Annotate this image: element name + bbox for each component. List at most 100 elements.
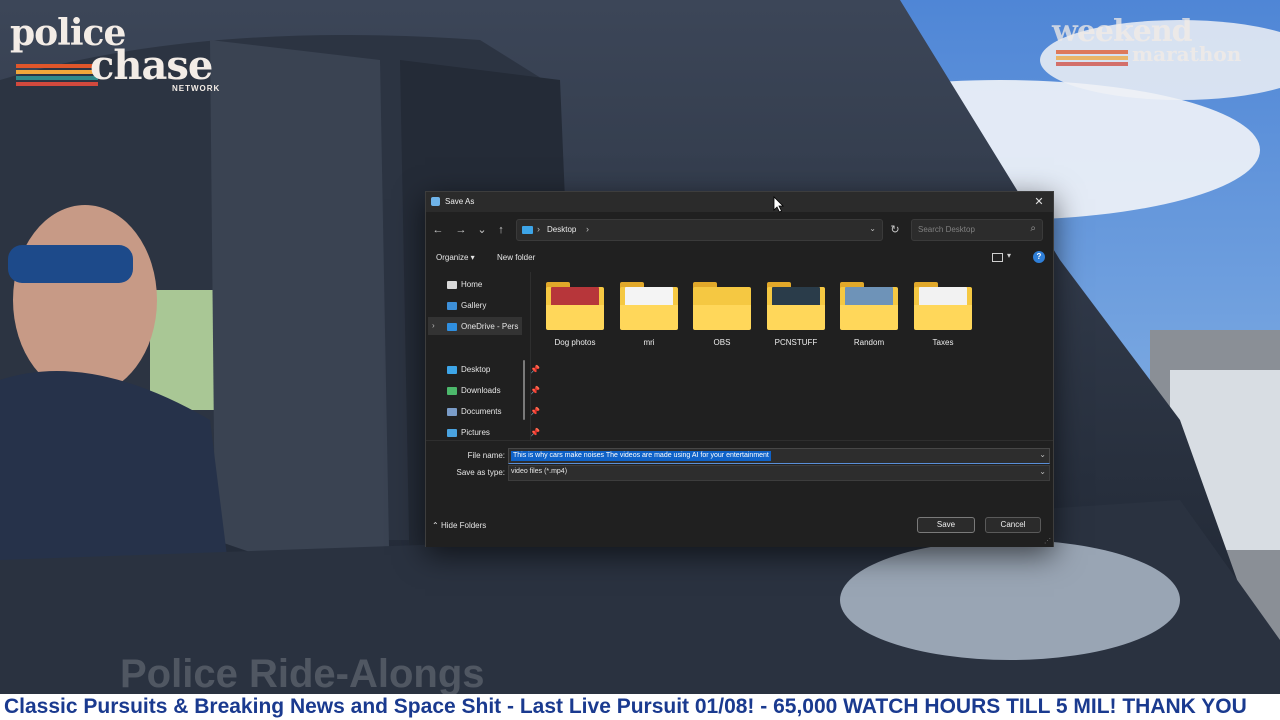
nav-scrollbar[interactable] <box>523 360 525 420</box>
save-as-type-value: video files (*.mp4) <box>511 468 568 475</box>
documents-icon <box>447 408 457 416</box>
chevron-down-icon[interactable]: ⌄ <box>1039 450 1046 459</box>
nav-item-label: OneDrive - Pers <box>461 322 519 331</box>
expand-chevron-icon[interactable]: › <box>432 321 435 330</box>
search-input[interactable]: Search Desktop ⌕ <box>911 219 1043 241</box>
folder-label: Random <box>853 338 885 347</box>
gallery-icon <box>447 302 457 310</box>
save-as-dialog: Save As ✕ ← → ⌄ ↑ › Desktop › ⌄ ↻ Search… <box>425 191 1054 547</box>
up-arrow-icon[interactable]: ↑ <box>493 222 509 238</box>
weekend-marathon-logo: weekend marathon <box>1050 14 1260 74</box>
nav-item-label: Gallery <box>461 301 487 310</box>
folder-item[interactable]: OBS <box>689 280 755 350</box>
navigation-row: ← → ⌄ ↑ › Desktop › ⌄ ↻ Search Desktop ⌕ <box>426 218 1053 242</box>
folder-icon <box>693 282 751 330</box>
file-name-value: This is why cars make noises The videos … <box>511 451 771 461</box>
back-arrow-icon[interactable]: ← <box>430 222 446 238</box>
file-name-input[interactable]: This is why cars make noises The videos … <box>508 448 1050 464</box>
file-grid: Dog photos mri OBS PCNSTUFF Random Taxes <box>538 280 1048 360</box>
dialog-title: Save As <box>445 197 475 206</box>
folder-icon <box>767 282 825 330</box>
folder-icon <box>620 282 678 330</box>
nav-item-downloads[interactable]: Downloads 📌 <box>446 383 540 399</box>
folder-label: OBS <box>713 338 731 347</box>
pin-icon: 📌 <box>530 428 540 437</box>
onedrive-cloud-icon <box>447 323 457 331</box>
nav-item-label: Downloads <box>461 386 501 395</box>
folder-label: Dog photos <box>554 338 596 347</box>
folder-item[interactable]: PCNSTUFF <box>763 280 829 350</box>
nav-item-onedrive[interactable]: OneDrive - Pers <box>446 319 528 335</box>
refresh-icon[interactable]: ↻ <box>886 221 904 239</box>
downloads-icon <box>447 387 457 395</box>
nav-item-label: Pictures <box>461 428 490 437</box>
navigation-pane: Home Gallery › OneDrive - Pers Desktop 📌… <box>426 272 540 441</box>
app-icon <box>431 197 440 206</box>
pane-divider[interactable] <box>530 272 531 440</box>
view-dropdown-icon[interactable]: ▾ <box>1007 251 1011 260</box>
save-options-panel: File name: This is why cars make noises … <box>426 440 1053 547</box>
search-icon: ⌕ <box>1030 223 1036 234</box>
folder-item[interactable]: Random <box>836 280 902 350</box>
pin-icon: 📌 <box>530 365 540 374</box>
nav-item-documents[interactable]: Documents 📌 <box>446 404 540 420</box>
folder-item[interactable]: mri <box>616 280 682 350</box>
nav-item-desktop[interactable]: Desktop 📌 <box>446 362 540 378</box>
resize-grip-icon[interactable]: ⋰ <box>1044 537 1051 545</box>
save-button[interactable]: Save <box>917 517 975 533</box>
help-icon[interactable]: ? <box>1033 251 1045 263</box>
dialog-titlebar[interactable]: Save As ✕ <box>426 192 1053 212</box>
watermark-text: Police Ride-Alongs <box>120 652 485 696</box>
pin-icon: 📌 <box>530 407 540 416</box>
search-placeholder: Search Desktop <box>918 225 975 234</box>
logo-stripes <box>16 64 98 88</box>
address-bar[interactable]: › Desktop › ⌄ <box>516 219 883 241</box>
breadcrumb-separator: › <box>586 224 589 234</box>
forward-arrow-icon[interactable]: → <box>453 222 469 238</box>
command-bar: Organize ▾ New folder ▾ ? <box>426 248 1053 268</box>
save-as-type-label: Save as type: <box>456 468 505 477</box>
view-icon[interactable] <box>992 253 1003 262</box>
nav-item-label: Home <box>461 280 483 289</box>
mouse-cursor-icon <box>773 196 784 213</box>
ticker-text: Classic Pursuits & Breaking News and Spa… <box>4 695 1247 718</box>
pin-icon: 📌 <box>530 386 540 395</box>
pictures-icon <box>447 429 457 437</box>
logo-word-network: NETWORK <box>172 84 221 93</box>
nav-item-home[interactable]: Home <box>446 277 528 293</box>
chevron-up-icon: ⌃ <box>432 521 439 530</box>
folder-item[interactable]: Dog photos <box>542 280 608 350</box>
folder-icon <box>546 282 604 330</box>
logo-stripes-right <box>1056 50 1128 68</box>
folder-icon <box>914 282 972 330</box>
folder-label: Taxes <box>932 338 954 347</box>
close-icon[interactable]: ✕ <box>1031 194 1047 210</box>
nav-item-gallery[interactable]: Gallery <box>446 298 528 314</box>
desktop-icon <box>447 366 457 374</box>
breadcrumb-separator: › <box>537 224 540 234</box>
hide-folders-button[interactable]: ⌃ Hide Folders <box>432 521 486 530</box>
nav-item-label: Desktop <box>461 365 491 374</box>
breadcrumb-desktop[interactable]: Desktop <box>547 225 576 234</box>
chevron-down-icon[interactable]: ⌄ <box>1039 467 1046 476</box>
recent-locations-chevron-icon[interactable]: ⌄ <box>474 222 490 238</box>
nav-item-label: Documents <box>461 407 502 416</box>
logo-word-marathon: marathon <box>1132 42 1242 66</box>
folder-label: PCNSTUFF <box>774 338 818 347</box>
hide-folders-label: Hide Folders <box>440 521 487 530</box>
folder-item[interactable]: Taxes <box>910 280 976 350</box>
logo-word-chase: chase <box>90 42 213 89</box>
news-ticker: Classic Pursuits & Breaking News and Spa… <box>0 694 1280 720</box>
new-folder-button[interactable]: New folder <box>497 253 535 262</box>
address-dropdown-icon[interactable]: ⌄ <box>869 224 876 233</box>
police-chase-network-logo: police chase NETWORK <box>8 12 228 93</box>
organize-button[interactable]: Organize ▾ <box>436 253 475 262</box>
home-icon <box>447 281 457 289</box>
folder-icon <box>840 282 898 330</box>
file-name-label: File name: <box>467 451 505 460</box>
desktop-icon <box>522 226 533 234</box>
save-as-type-select[interactable]: video files (*.mp4) ⌄ <box>508 465 1050 481</box>
nav-item-pictures[interactable]: Pictures 📌 <box>446 425 540 441</box>
folder-label: mri <box>643 338 655 347</box>
cancel-button[interactable]: Cancel <box>985 517 1041 533</box>
